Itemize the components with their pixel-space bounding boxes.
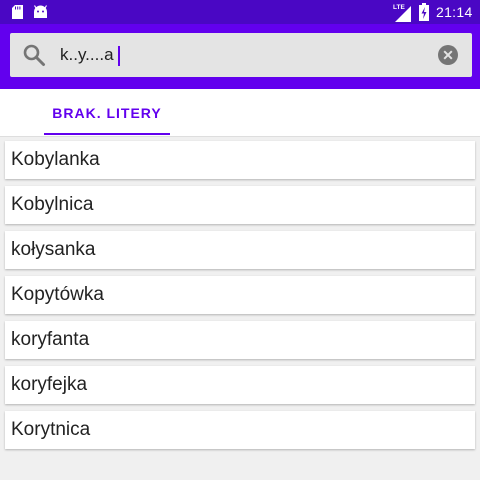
list-item-label: Korytnica bbox=[11, 419, 91, 440]
lte-signal-icon: LTE bbox=[393, 4, 411, 22]
list-item[interactable]: koryfanta bbox=[5, 321, 475, 359]
sd-card-icon bbox=[12, 5, 23, 19]
list-item-label: Kopytówka bbox=[11, 284, 104, 305]
list-item-label: koryfanta bbox=[11, 329, 90, 350]
status-bar: LTE 21:14 bbox=[0, 0, 480, 24]
clear-icon[interactable] bbox=[438, 45, 458, 65]
list-item-label: Kobylanka bbox=[11, 149, 100, 170]
list-item[interactable]: Kobylnica bbox=[5, 186, 475, 224]
tab-missing-letters[interactable]: BRAK. LITERY bbox=[44, 89, 170, 136]
search-icon[interactable] bbox=[22, 43, 46, 67]
tab-indicator bbox=[44, 133, 170, 135]
list-item[interactable]: Korytnica bbox=[5, 411, 475, 449]
app-bar bbox=[0, 24, 480, 89]
list-item[interactable]: Kobylanka bbox=[5, 141, 475, 179]
status-time: 21:14 bbox=[436, 4, 473, 20]
tab-bar: BRAK. LITERY bbox=[0, 89, 480, 137]
svg-text:LTE: LTE bbox=[393, 4, 405, 11]
results-list: Kobylanka Kobylnica kołysanka Kopytówka … bbox=[0, 141, 480, 456]
tab-label: BRAK. LITERY bbox=[52, 104, 162, 121]
list-item[interactable]: kołysanka bbox=[5, 231, 475, 269]
battery-charging-icon bbox=[419, 3, 429, 21]
list-item[interactable]: koryfejka bbox=[5, 366, 475, 404]
search-box[interactable] bbox=[10, 33, 472, 77]
search-input[interactable] bbox=[60, 33, 420, 77]
list-item-label: Kobylnica bbox=[11, 194, 94, 215]
text-cursor bbox=[118, 46, 120, 66]
list-item-label: kołysanka bbox=[11, 239, 96, 260]
list-item[interactable]: Kopytówka bbox=[5, 276, 475, 314]
android-icon bbox=[33, 5, 48, 19]
list-item-label: koryfejka bbox=[11, 374, 88, 395]
